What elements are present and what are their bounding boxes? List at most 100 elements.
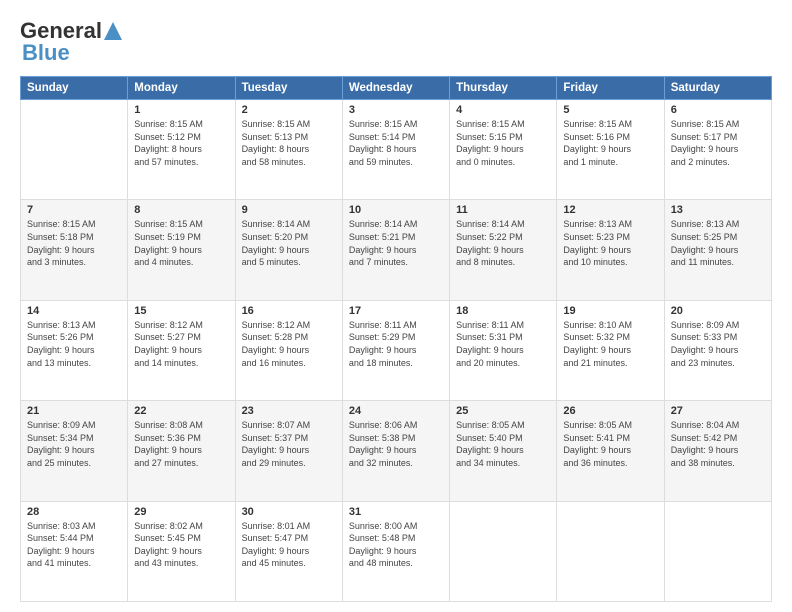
day-cell: 1 Sunrise: 8:15 AM Sunset: 5:12 PM Daylig… xyxy=(128,100,235,200)
day-cell: 15 Sunrise: 8:12 AM Sunset: 5:27 PM Dayli… xyxy=(128,300,235,400)
day-cell: 9 Sunrise: 8:14 AM Sunset: 5:20 PM Daylig… xyxy=(235,200,342,300)
day-info: Sunrise: 8:15 AM Sunset: 5:17 PM Dayligh… xyxy=(671,118,765,168)
day-number: 29 xyxy=(134,506,228,518)
week-row-2: 7Sunrise: 8:15 AM Sunset: 5:18 PM Daylig… xyxy=(21,200,772,300)
day-info: Sunrise: 8:04 AM Sunset: 5:42 PM Dayligh… xyxy=(671,419,765,469)
weekday-header-row: SundayMondayTuesdayWednesdayThursdayFrid… xyxy=(21,77,772,100)
day-number: 3 xyxy=(349,104,443,116)
day-number: 13 xyxy=(671,204,765,216)
day-cell: 7Sunrise: 8:15 AM Sunset: 5:18 PM Daylig… xyxy=(21,200,128,300)
day-info: Sunrise: 8:06 AM Sunset: 5:38 PM Dayligh… xyxy=(349,419,443,469)
calendar-page: General Blue SundayMondayTuesdayWednesda… xyxy=(0,0,792,612)
weekday-header-tuesday: Tuesday xyxy=(235,77,342,100)
day-cell: 16 Sunrise: 8:12 AM Sunset: 5:28 PM Dayli… xyxy=(235,300,342,400)
day-number: 16 xyxy=(242,305,336,317)
day-number: 19 xyxy=(563,305,657,317)
day-info: Sunrise: 8:15 AM Sunset: 5:13 PM Dayligh… xyxy=(242,118,336,168)
day-number: 20 xyxy=(671,305,765,317)
day-cell: 17 Sunrise: 8:11 AM Sunset: 5:29 PM Dayli… xyxy=(342,300,449,400)
day-cell: 6 Sunrise: 8:15 AM Sunset: 5:17 PM Daylig… xyxy=(664,100,771,200)
week-row-5: 28 Sunrise: 8:03 AM Sunset: 5:44 PM Dayli… xyxy=(21,501,772,601)
day-info: Sunrise: 8:11 AM Sunset: 5:29 PM Dayligh… xyxy=(349,319,443,369)
weekday-header-thursday: Thursday xyxy=(450,77,557,100)
day-cell: 20Sunrise: 8:09 AM Sunset: 5:33 PM Dayli… xyxy=(664,300,771,400)
day-number: 17 xyxy=(349,305,443,317)
day-info: Sunrise: 8:14 AM Sunset: 5:20 PM Dayligh… xyxy=(242,218,336,268)
day-number: 12 xyxy=(563,204,657,216)
day-info: Sunrise: 8:10 AM Sunset: 5:32 PM Dayligh… xyxy=(563,319,657,369)
day-cell: 11 Sunrise: 8:14 AM Sunset: 5:22 PM Dayli… xyxy=(450,200,557,300)
day-info: Sunrise: 8:05 AM Sunset: 5:41 PM Dayligh… xyxy=(563,419,657,469)
weekday-header-wednesday: Wednesday xyxy=(342,77,449,100)
day-cell: 10 Sunrise: 8:14 AM Sunset: 5:21 PM Dayli… xyxy=(342,200,449,300)
day-cell: 3 Sunrise: 8:15 AM Sunset: 5:14 PM Daylig… xyxy=(342,100,449,200)
day-number: 25 xyxy=(456,405,550,417)
day-number: 28 xyxy=(27,506,121,518)
day-number: 9 xyxy=(242,204,336,216)
day-info: Sunrise: 8:15 AM Sunset: 5:12 PM Dayligh… xyxy=(134,118,228,168)
week-row-3: 14 Sunrise: 8:13 AM Sunset: 5:26 PM Dayli… xyxy=(21,300,772,400)
week-row-4: 21Sunrise: 8:09 AM Sunset: 5:34 PM Dayli… xyxy=(21,401,772,501)
day-cell: 30 Sunrise: 8:01 AM Sunset: 5:47 PM Dayli… xyxy=(235,501,342,601)
day-info: Sunrise: 8:03 AM Sunset: 5:44 PM Dayligh… xyxy=(27,520,121,570)
day-number: 31 xyxy=(349,506,443,518)
day-number: 15 xyxy=(134,305,228,317)
day-number: 1 xyxy=(134,104,228,116)
day-cell: 28 Sunrise: 8:03 AM Sunset: 5:44 PM Dayli… xyxy=(21,501,128,601)
day-info: Sunrise: 8:15 AM Sunset: 5:14 PM Dayligh… xyxy=(349,118,443,168)
day-cell: 24 Sunrise: 8:06 AM Sunset: 5:38 PM Dayli… xyxy=(342,401,449,501)
day-number: 30 xyxy=(242,506,336,518)
day-number: 22 xyxy=(134,405,228,417)
day-cell: 14 Sunrise: 8:13 AM Sunset: 5:26 PM Dayli… xyxy=(21,300,128,400)
day-number: 6 xyxy=(671,104,765,116)
day-number: 23 xyxy=(242,405,336,417)
day-info: Sunrise: 8:13 AM Sunset: 5:25 PM Dayligh… xyxy=(671,218,765,268)
day-cell: 27 Sunrise: 8:04 AM Sunset: 5:42 PM Dayli… xyxy=(664,401,771,501)
day-info: Sunrise: 8:14 AM Sunset: 5:21 PM Dayligh… xyxy=(349,218,443,268)
week-row-1: 1 Sunrise: 8:15 AM Sunset: 5:12 PM Daylig… xyxy=(21,100,772,200)
day-cell xyxy=(450,501,557,601)
day-cell: 2 Sunrise: 8:15 AM Sunset: 5:13 PM Daylig… xyxy=(235,100,342,200)
day-cell xyxy=(21,100,128,200)
day-info: Sunrise: 8:01 AM Sunset: 5:47 PM Dayligh… xyxy=(242,520,336,570)
logo-triangle-icon xyxy=(104,22,122,40)
day-info: Sunrise: 8:05 AM Sunset: 5:40 PM Dayligh… xyxy=(456,419,550,469)
day-number: 26 xyxy=(563,405,657,417)
day-info: Sunrise: 8:15 AM Sunset: 5:18 PM Dayligh… xyxy=(27,218,121,268)
day-info: Sunrise: 8:15 AM Sunset: 5:19 PM Dayligh… xyxy=(134,218,228,268)
day-number: 2 xyxy=(242,104,336,116)
logo-blue: Blue xyxy=(20,40,70,66)
day-cell: 4Sunrise: 8:15 AM Sunset: 5:15 PM Daylig… xyxy=(450,100,557,200)
day-info: Sunrise: 8:14 AM Sunset: 5:22 PM Dayligh… xyxy=(456,218,550,268)
day-cell: 5Sunrise: 8:15 AM Sunset: 5:16 PM Daylig… xyxy=(557,100,664,200)
day-cell: 31 Sunrise: 8:00 AM Sunset: 5:48 PM Dayli… xyxy=(342,501,449,601)
weekday-header-sunday: Sunday xyxy=(21,77,128,100)
day-number: 14 xyxy=(27,305,121,317)
day-info: Sunrise: 8:09 AM Sunset: 5:34 PM Dayligh… xyxy=(27,419,121,469)
day-number: 11 xyxy=(456,204,550,216)
day-info: Sunrise: 8:08 AM Sunset: 5:36 PM Dayligh… xyxy=(134,419,228,469)
day-number: 8 xyxy=(134,204,228,216)
day-info: Sunrise: 8:13 AM Sunset: 5:26 PM Dayligh… xyxy=(27,319,121,369)
day-number: 10 xyxy=(349,204,443,216)
day-number: 18 xyxy=(456,305,550,317)
day-cell: 29 Sunrise: 8:02 AM Sunset: 5:45 PM Dayli… xyxy=(128,501,235,601)
day-info: Sunrise: 8:15 AM Sunset: 5:15 PM Dayligh… xyxy=(456,118,550,168)
day-info: Sunrise: 8:13 AM Sunset: 5:23 PM Dayligh… xyxy=(563,218,657,268)
day-cell: 8 Sunrise: 8:15 AM Sunset: 5:19 PM Daylig… xyxy=(128,200,235,300)
day-number: 27 xyxy=(671,405,765,417)
day-info: Sunrise: 8:00 AM Sunset: 5:48 PM Dayligh… xyxy=(349,520,443,570)
day-cell: 12 Sunrise: 8:13 AM Sunset: 5:23 PM Dayli… xyxy=(557,200,664,300)
day-number: 24 xyxy=(349,405,443,417)
day-info: Sunrise: 8:12 AM Sunset: 5:28 PM Dayligh… xyxy=(242,319,336,369)
day-info: Sunrise: 8:02 AM Sunset: 5:45 PM Dayligh… xyxy=(134,520,228,570)
day-cell: 23Sunrise: 8:07 AM Sunset: 5:37 PM Dayli… xyxy=(235,401,342,501)
weekday-header-monday: Monday xyxy=(128,77,235,100)
day-info: Sunrise: 8:12 AM Sunset: 5:27 PM Dayligh… xyxy=(134,319,228,369)
day-info: Sunrise: 8:15 AM Sunset: 5:16 PM Dayligh… xyxy=(563,118,657,168)
header: General Blue xyxy=(20,18,772,66)
day-info: Sunrise: 8:11 AM Sunset: 5:31 PM Dayligh… xyxy=(456,319,550,369)
day-cell: 19 Sunrise: 8:10 AM Sunset: 5:32 PM Dayli… xyxy=(557,300,664,400)
day-cell: 25 Sunrise: 8:05 AM Sunset: 5:40 PM Dayli… xyxy=(450,401,557,501)
logo: General Blue xyxy=(20,18,122,66)
